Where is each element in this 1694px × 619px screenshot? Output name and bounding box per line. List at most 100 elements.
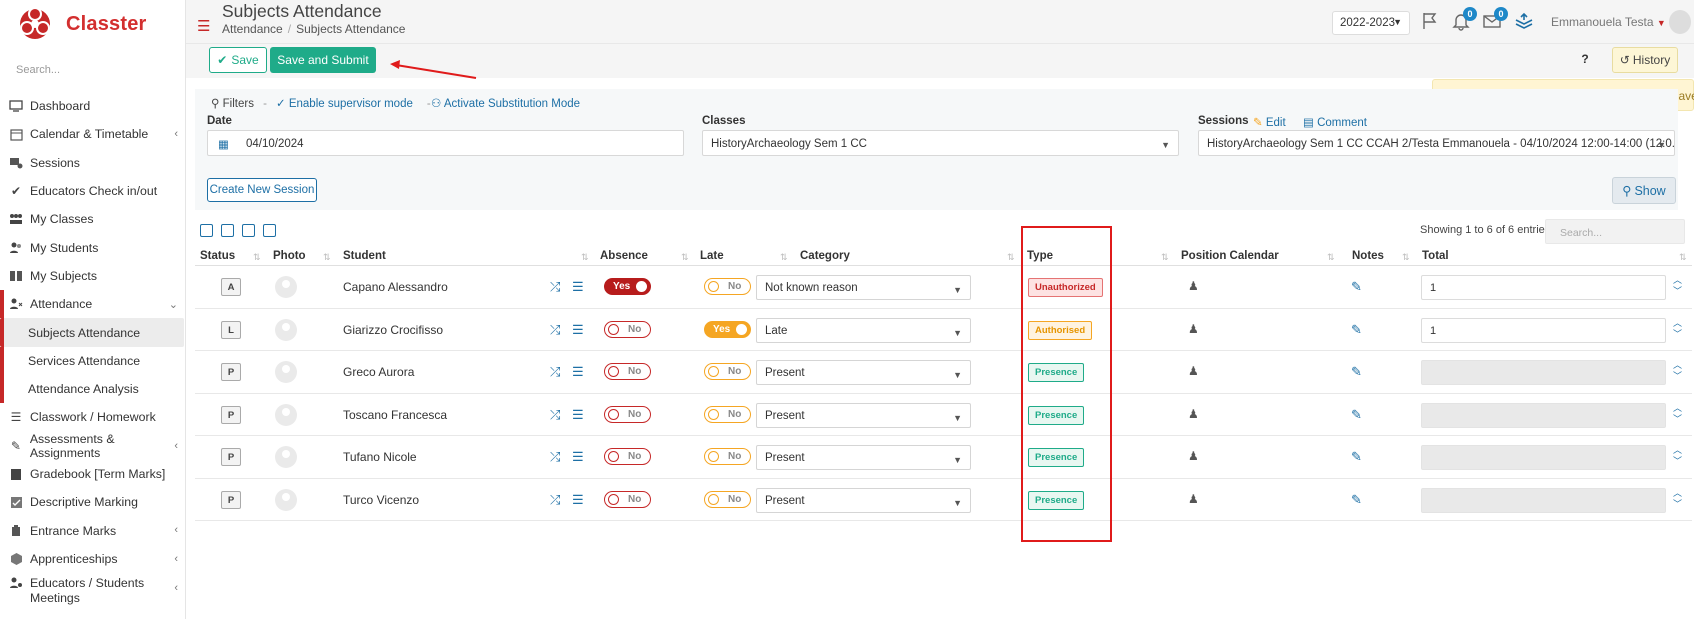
list-icon[interactable]: ☰ [572, 407, 584, 423]
shuffle-icon[interactable]: ⤮ [550, 407, 560, 423]
sidebar-item-descriptive-marking[interactable]: Descriptive Marking [0, 488, 186, 516]
sidebar-item-my-students[interactable]: My Students [0, 233, 186, 261]
sidebar-item-my-classes[interactable]: My Classes [0, 205, 186, 233]
total-input[interactable] [1421, 445, 1666, 470]
create-new-session-button[interactable]: Create New Session [207, 178, 317, 202]
total-input[interactable] [1421, 487, 1666, 513]
category-select[interactable]: Present ▼ [756, 445, 971, 470]
menu-toggle-icon[interactable]: ☰ [197, 17, 210, 35]
filters-toggle[interactable]: ⚲ Filters - [211, 96, 267, 110]
shuffle-icon[interactable]: ⤮ [550, 449, 560, 465]
col-student[interactable]: Student [343, 250, 386, 262]
late-toggle[interactable]: No [704, 405, 751, 423]
student-name[interactable]: Greco Aurora [343, 365, 414, 379]
edit-session-link[interactable]: ✎ Edit [1253, 115, 1286, 129]
late-toggle[interactable]: No [704, 448, 751, 465]
sessions-select[interactable]: HistoryArchaeology Sem 1 CC CCAH 2/Testa… [1198, 130, 1675, 156]
sidebar-search-input[interactable]: Search... [16, 64, 60, 76]
date-input[interactable]: ▦ 04/10/2024 [207, 130, 684, 156]
category-select[interactable]: Present ▼ [756, 402, 971, 428]
student-name[interactable]: Turco Vicenzo [343, 493, 419, 507]
sidebar-item-dashboard[interactable]: Dashboard [0, 92, 186, 120]
notes-edit-icon[interactable]: ✎ [1351, 322, 1362, 338]
list-icon[interactable]: ☰ [572, 364, 584, 380]
col-late[interactable]: Late [700, 250, 724, 262]
list-icon[interactable]: ☰ [572, 492, 584, 508]
absence-toggle[interactable]: No [604, 490, 651, 508]
sidebar-item-my-subjects[interactable]: My Subjects [0, 262, 186, 290]
category-select[interactable]: Present ▼ [756, 360, 971, 385]
col-absence[interactable]: Absence [600, 250, 648, 262]
copy-icon[interactable] [263, 224, 276, 237]
position-person-icon[interactable]: ♟ [1188, 279, 1199, 293]
list-icon[interactable]: ☰ [572, 322, 584, 338]
total-input[interactable] [1421, 402, 1666, 428]
absence-toggle[interactable]: No [604, 320, 651, 338]
col-status[interactable]: Status [200, 250, 235, 262]
history-button[interactable]: ↺ History [1612, 47, 1678, 73]
save-and-submit-button[interactable]: Save and Submit [270, 47, 376, 73]
shuffle-icon[interactable]: ⤮ [550, 279, 560, 295]
activate-substitution-mode-link[interactable]: ⚇ Activate Substitution Mode [431, 96, 580, 110]
late-toggle[interactable]: No [704, 490, 751, 508]
sidebar-item-subjects-attendance[interactable]: Subjects Attendance [0, 318, 184, 347]
user-menu[interactable]: Emmanouela Testa ▼ [1551, 15, 1666, 29]
sidebar-item-classwork-homework[interactable]: ☰ Classwork / Homework [0, 403, 186, 431]
total-stepper[interactable]: ︿ ﹀ [1673, 488, 1682, 510]
student-name[interactable]: Toscano Francesca [343, 408, 447, 422]
avatar[interactable] [1669, 10, 1691, 34]
sidebar-item-services-attendance[interactable]: Services Attendance [0, 346, 186, 375]
total-input[interactable] [1421, 360, 1666, 385]
student-name[interactable]: Tufano Nicole [343, 450, 417, 464]
table-search-input[interactable]: Search... [1545, 219, 1685, 244]
absence-toggle[interactable]: No [604, 448, 651, 465]
sidebar-item-sessions[interactable]: Sessions [0, 149, 186, 177]
notes-edit-icon[interactable]: ✎ [1351, 449, 1362, 465]
list-icon[interactable]: ☰ [572, 449, 584, 465]
category-select[interactable]: Present ▼ [756, 487, 971, 513]
position-person-icon[interactable]: ♟ [1188, 407, 1199, 421]
academic-year-select[interactable]: 2022-2023 ▼ [1332, 11, 1410, 35]
col-category[interactable]: Category [800, 250, 850, 262]
total-stepper[interactable]: ︿ ﹀ [1673, 360, 1682, 382]
shuffle-icon[interactable]: ⤮ [550, 492, 560, 508]
help-button[interactable]: ? [1575, 49, 1595, 69]
col-position-calendar[interactable]: Position Calendar [1181, 250, 1279, 262]
student-name[interactable]: Capano Alessandro [343, 280, 448, 294]
late-toggle[interactable]: No [704, 363, 751, 380]
col-notes[interactable]: Notes [1352, 250, 1384, 262]
absence-toggle[interactable]: No [604, 363, 651, 380]
late-toggle[interactable]: Yes [704, 320, 751, 338]
sidebar-item-assessments-assignments[interactable]: ✎ Assessments & Assignments ‹ [0, 432, 186, 460]
notes-edit-icon[interactable]: ✎ [1351, 364, 1362, 380]
position-person-icon[interactable]: ♟ [1188, 364, 1199, 378]
sidebar-item-apprenticeships[interactable]: Apprenticeships ‹ [0, 545, 186, 573]
layers-icon[interactable] [1514, 11, 1536, 33]
total-stepper[interactable]: ︿ ﹀ [1673, 275, 1682, 297]
envelope-icon[interactable]: 0 [1482, 7, 1508, 33]
classes-select[interactable]: HistoryArchaeology Sem 1 CC ▼ [702, 130, 1179, 156]
position-person-icon[interactable]: ♟ [1188, 492, 1199, 506]
position-person-icon[interactable]: ♟ [1188, 449, 1199, 463]
col-total[interactable]: Total [1422, 250, 1449, 262]
excel-icon[interactable] [221, 224, 234, 237]
save-button[interactable]: ✔ Save [209, 47, 267, 73]
sidebar-item-gradebook-term-marks[interactable]: Gradebook [Term Marks] [0, 460, 186, 488]
total-stepper[interactable]: ︿ ﹀ [1673, 318, 1682, 340]
shuffle-icon[interactable]: ⤮ [550, 322, 560, 338]
sidebar-item-calendar-timetable[interactable]: Calendar & Timetable ‹ [0, 120, 186, 148]
shuffle-icon[interactable]: ⤮ [550, 364, 560, 380]
breadcrumb-item[interactable]: Attendance [222, 22, 283, 36]
absence-toggle[interactable]: Yes [604, 278, 651, 295]
total-input[interactable]: 1 [1421, 275, 1666, 300]
sidebar-item-attendance-analysis[interactable]: Attendance Analysis [0, 374, 186, 404]
logo[interactable]: Classter [18, 6, 147, 42]
bell-icon[interactable]: 0 [1451, 7, 1477, 33]
notes-edit-icon[interactable]: ✎ [1351, 492, 1362, 508]
notes-edit-icon[interactable]: ✎ [1351, 407, 1362, 423]
notes-edit-icon[interactable]: ✎ [1351, 279, 1362, 295]
category-select[interactable]: Not known reason ▼ [756, 275, 971, 300]
enable-supervisor-mode-link[interactable]: ✓ Enable supervisor mode - [276, 96, 431, 110]
category-select[interactable]: Late ▼ [756, 317, 971, 343]
total-stepper[interactable]: ︿ ﹀ [1673, 445, 1682, 467]
